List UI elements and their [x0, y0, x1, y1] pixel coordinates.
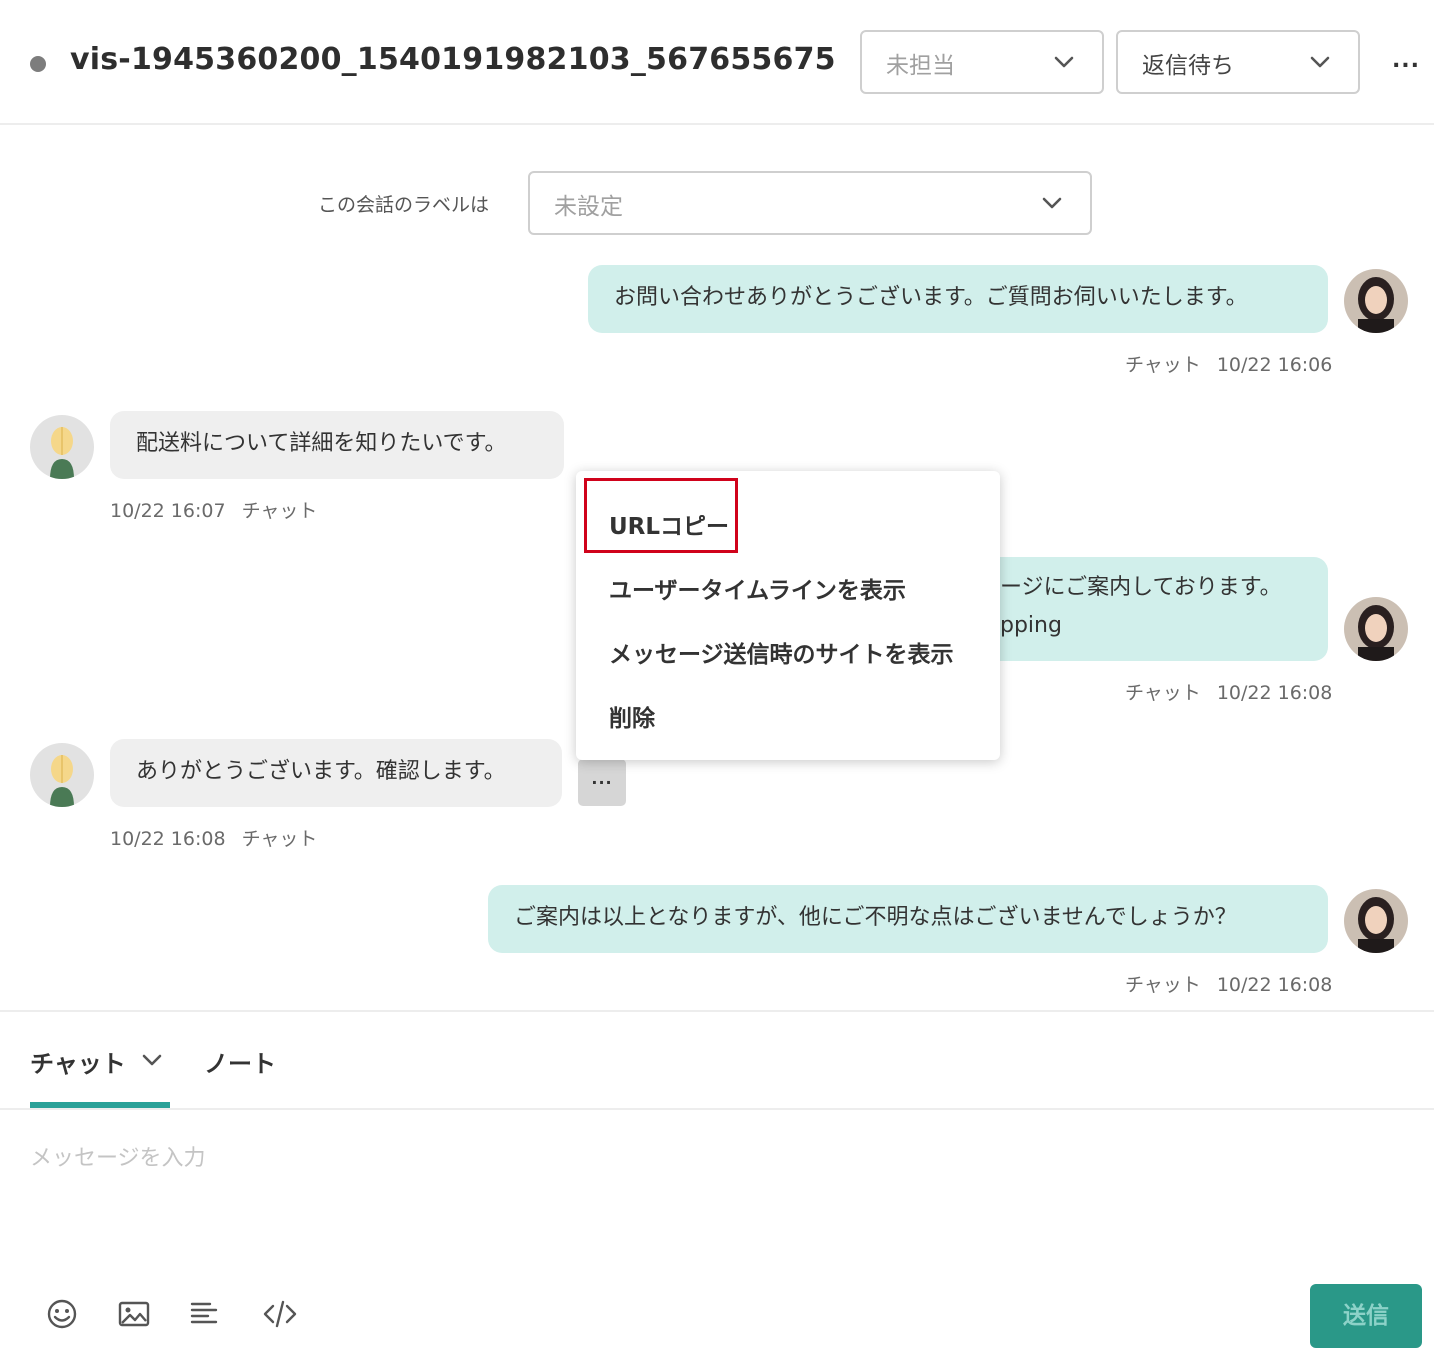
visitor-message: 配送料について詳細を知りたいです。 — [110, 411, 564, 479]
message-time: 10/22 16:08 — [110, 828, 226, 850]
message-time: 10/22 16:08 — [1216, 682, 1333, 704]
visitor-message: ありがとうございます。確認します。 — [110, 739, 562, 807]
message-meta: チャット 10/22 16:08 — [1125, 678, 1332, 705]
message-text: お問い合わせありがとうございます。ご質問お伺いいたします。 — [614, 285, 1248, 310]
message-channel: チャット — [1125, 682, 1201, 704]
menu-item-delete[interactable]: 削除 — [609, 699, 655, 733]
template-icon[interactable] — [186, 1296, 222, 1332]
more-options-button[interactable]: ... — [1388, 48, 1424, 78]
chevron-down-icon — [1310, 56, 1330, 68]
label-value: 未設定 — [554, 194, 623, 220]
chevron-down-icon[interactable] — [140, 1048, 164, 1072]
message-channel: チャット — [241, 500, 318, 522]
operator-avatar — [1344, 269, 1408, 333]
visitor-avatar — [30, 743, 94, 807]
operator-avatar — [1344, 597, 1408, 661]
send-button[interactable]: 送信 — [1310, 1284, 1422, 1348]
message-meta: チャット 10/22 16:06 — [1125, 350, 1332, 377]
message-time: 10/22 16:08 — [1216, 974, 1333, 996]
message-meta: 10/22 16:07 チャット — [110, 496, 317, 523]
status-dot — [30, 56, 46, 72]
assignee-value: 未担当 — [886, 53, 955, 79]
message-channel: チャット — [1125, 354, 1201, 376]
message-text: ありがとうございます。確認します。 — [136, 759, 506, 784]
message-text: 配送料について詳細を知りたいです。 — [136, 431, 507, 456]
menu-item-show-site[interactable]: メッセージ送信時のサイトを表示 — [609, 635, 954, 669]
image-icon[interactable] — [116, 1296, 152, 1332]
tab-chat[interactable]: チャット — [30, 1044, 126, 1079]
message-meta: 10/22 16:08 チャット — [110, 824, 317, 851]
chevron-down-icon — [1054, 56, 1074, 68]
message-meta: チャット 10/22 16:08 — [1125, 970, 1332, 997]
tab-note[interactable]: ノート — [204, 1044, 276, 1079]
status-select[interactable]: 返信待ち — [1116, 30, 1360, 94]
composer-divider — [0, 1010, 1434, 1012]
message-channel: チャット — [1125, 974, 1201, 996]
label-caption: この会話のラベルは — [318, 194, 490, 216]
status-value: 返信待ち — [1142, 53, 1234, 79]
message-text-line2: pping — [1000, 613, 1062, 638]
message-text: ご案内は以上となりますが、他にご不明な点はございませんでしょうか？ — [514, 905, 1237, 930]
menu-item-user-timeline[interactable]: ユーザータイムラインを表示 — [609, 571, 906, 605]
message-channel: チャット — [241, 828, 318, 850]
message-more-button[interactable]: ... — [578, 759, 626, 806]
message-time: 10/22 16:06 — [1216, 354, 1333, 376]
message-time: 10/22 16:07 — [110, 500, 226, 522]
emoji-icon[interactable] — [44, 1296, 80, 1332]
chevron-down-icon — [1042, 197, 1062, 209]
visitor-avatar — [30, 415, 94, 479]
message-text-line1: ージにご案内しております。 — [1000, 575, 1282, 600]
code-icon[interactable] — [262, 1296, 298, 1332]
operator-message: お問い合わせありがとうございます。ご質問お伺いいたします。 — [588, 265, 1328, 333]
conversation-title: vis-1945360200_1540191982103_567655675 — [70, 42, 836, 77]
operator-message: ご案内は以上となりますが、他にご不明な点はございませんでしょうか？ — [488, 885, 1328, 953]
operator-avatar — [1344, 889, 1408, 953]
message-input[interactable] — [30, 1140, 1400, 1260]
label-select[interactable]: 未設定 — [528, 171, 1092, 235]
assignee-select[interactable]: 未担当 — [860, 30, 1104, 94]
conversation-header: vis-1945360200_1540191982103_567655675 未… — [0, 0, 1434, 125]
tabs-divider — [0, 1108, 1434, 1110]
highlight-box — [584, 478, 738, 553]
